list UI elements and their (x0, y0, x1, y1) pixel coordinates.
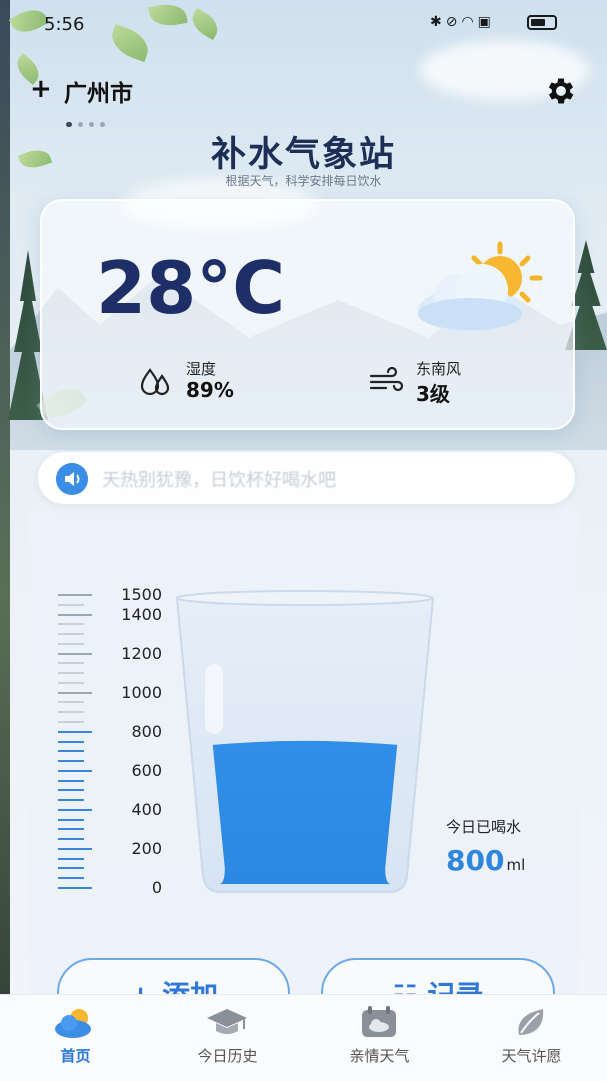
wind-icon (369, 366, 404, 392)
scale-tick (58, 847, 92, 850)
nav-item-weather-wish[interactable]: 天气许愿 (456, 995, 607, 1081)
leaf-icon (518, 1009, 544, 1035)
drank-unit: ml (506, 856, 526, 874)
scale-tick (58, 838, 84, 841)
humidity-label: 湿度 (186, 360, 217, 378)
scale-tick (58, 779, 84, 782)
nav-label-weather-wish: 天气许愿 (501, 1047, 562, 1065)
scale-tick (58, 808, 92, 811)
scale-tick (58, 730, 92, 733)
weather-icon (55, 1009, 91, 1038)
scale-tick (58, 750, 84, 753)
scale-tick (58, 867, 84, 870)
nav-label-family-weather: 亲情天气 (349, 1047, 410, 1065)
leaf-decoration (148, 1, 188, 29)
calendar-cloud-icon (362, 1006, 396, 1037)
scale-tick (58, 662, 84, 665)
nav-item-history[interactable]: 今日历史 (152, 995, 303, 1081)
scale-tick (58, 633, 84, 636)
water-glass (175, 590, 435, 893)
page-title: 补水气象站 (210, 135, 396, 175)
bottom-nav: 首页 今日历史 亲情天气 天气许愿 (0, 994, 607, 1081)
partly-sunny-icon (418, 241, 543, 332)
nav-label-home: 首页 (60, 1047, 91, 1065)
scale-tick (58, 672, 84, 675)
scale-label: 200 (131, 838, 162, 858)
scale-tick (58, 789, 84, 792)
scale-label: 800 (131, 721, 162, 741)
status-icons: ✱⊘◠▣ (430, 14, 495, 30)
water-level-fill (212, 740, 398, 884)
scale-label: 1500 (121, 585, 162, 604)
leaf-decoration (187, 7, 223, 41)
scale-tick (58, 720, 84, 723)
graduation-cap-icon (207, 1009, 247, 1034)
scale-tick (58, 740, 84, 743)
humidity-value: 89% (186, 378, 234, 402)
add-city-button[interactable]: + (30, 76, 52, 102)
scale-tick (58, 711, 84, 714)
scale-tick (58, 594, 92, 596)
scale-tick (58, 857, 84, 860)
scale-label: 1200 (121, 643, 162, 663)
settings-gear-icon[interactable] (544, 74, 578, 108)
nav-item-family-weather[interactable]: 亲情天气 (304, 995, 455, 1081)
drank-today-label: 今日已喝水 (446, 818, 522, 836)
scale-tick (58, 613, 92, 616)
city-name[interactable]: 广州市 (64, 74, 133, 108)
temperature: 28°C (96, 246, 286, 330)
wind-level-value: 3级 (416, 382, 450, 406)
wind-direction-label: 东南风 (416, 360, 462, 378)
battery-icon (527, 15, 557, 30)
notice-text: 天热别犹豫，日饮杯好喝水吧 (102, 470, 336, 491)
page-subtitle: 根据天气，科学安排每日饮水 (225, 174, 382, 188)
scale-label: 0 (151, 878, 162, 897)
humidity-drops-icon (140, 368, 170, 396)
scale-tick (58, 828, 84, 831)
scale-tick (58, 701, 84, 704)
scale-tick (58, 760, 84, 763)
scale-label: 600 (131, 760, 162, 780)
scale-tick (58, 769, 92, 772)
scale-label: 1000 (121, 682, 162, 702)
scale-tick (58, 799, 84, 802)
drank-today-value: 800 ml (446, 844, 525, 877)
leaf-decoration (106, 23, 154, 63)
nav-label-history: 今日历史 (197, 1047, 258, 1065)
scale-tick (58, 877, 84, 880)
scale-tick (58, 681, 84, 684)
scale-tick (58, 623, 84, 626)
scale-tick (58, 818, 84, 821)
drank-amount: 800 (446, 844, 505, 877)
scale-label: 400 (131, 799, 162, 819)
scale-tick (58, 887, 92, 889)
status-time: 5:56 (44, 14, 85, 35)
speaker-icon (56, 463, 88, 495)
scale-tick (58, 652, 92, 655)
scale-tick (58, 642, 84, 645)
scale-tick (58, 603, 84, 606)
nav-item-home[interactable]: 首页 (0, 995, 151, 1081)
scale-label: 1400 (121, 604, 162, 624)
scale-tick (58, 691, 92, 694)
